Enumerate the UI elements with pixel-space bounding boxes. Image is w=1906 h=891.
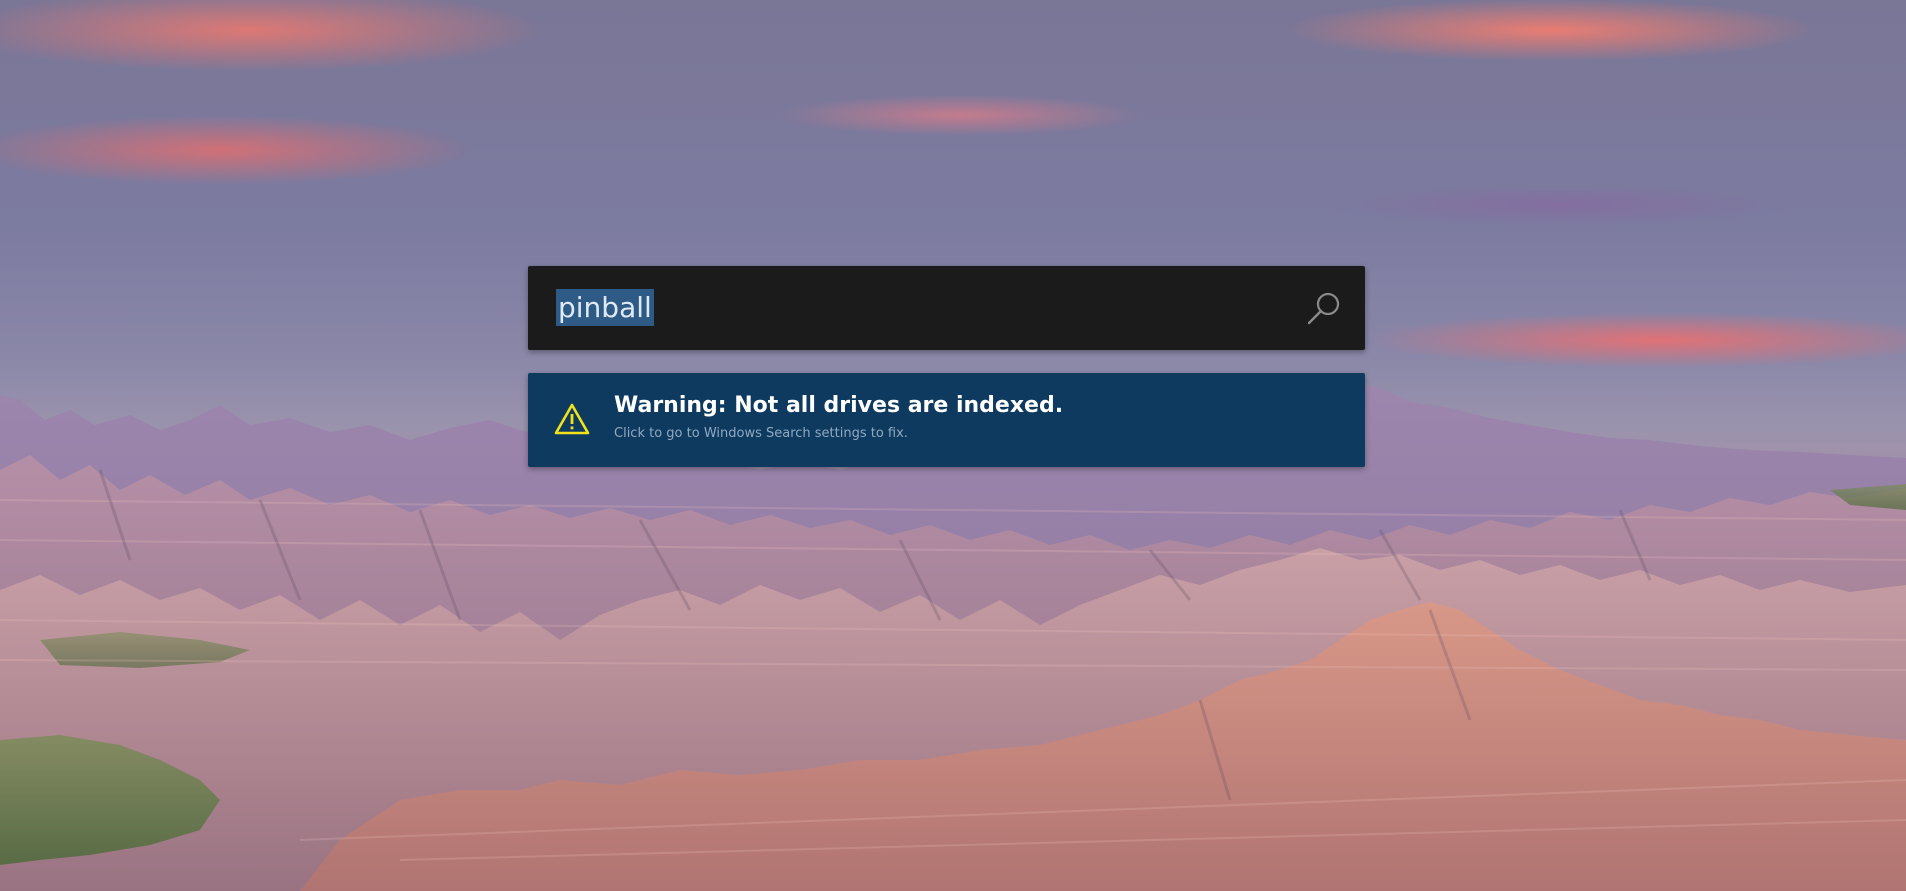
search-button[interactable] <box>1305 290 1343 328</box>
warning-subtitle: Click to go to Windows Search settings t… <box>614 426 908 441</box>
index-warning-banner[interactable]: Warning: Not all drives are indexed. Cli… <box>528 373 1365 467</box>
warning-triangle-icon <box>554 403 590 435</box>
search-icon <box>1307 292 1340 325</box>
search-query-text: pinball <box>556 289 654 326</box>
search-input[interactable]: pinball <box>556 288 1256 328</box>
search-box: pinball <box>528 266 1365 350</box>
warning-title: Warning: Not all drives are indexed. <box>614 393 1064 418</box>
